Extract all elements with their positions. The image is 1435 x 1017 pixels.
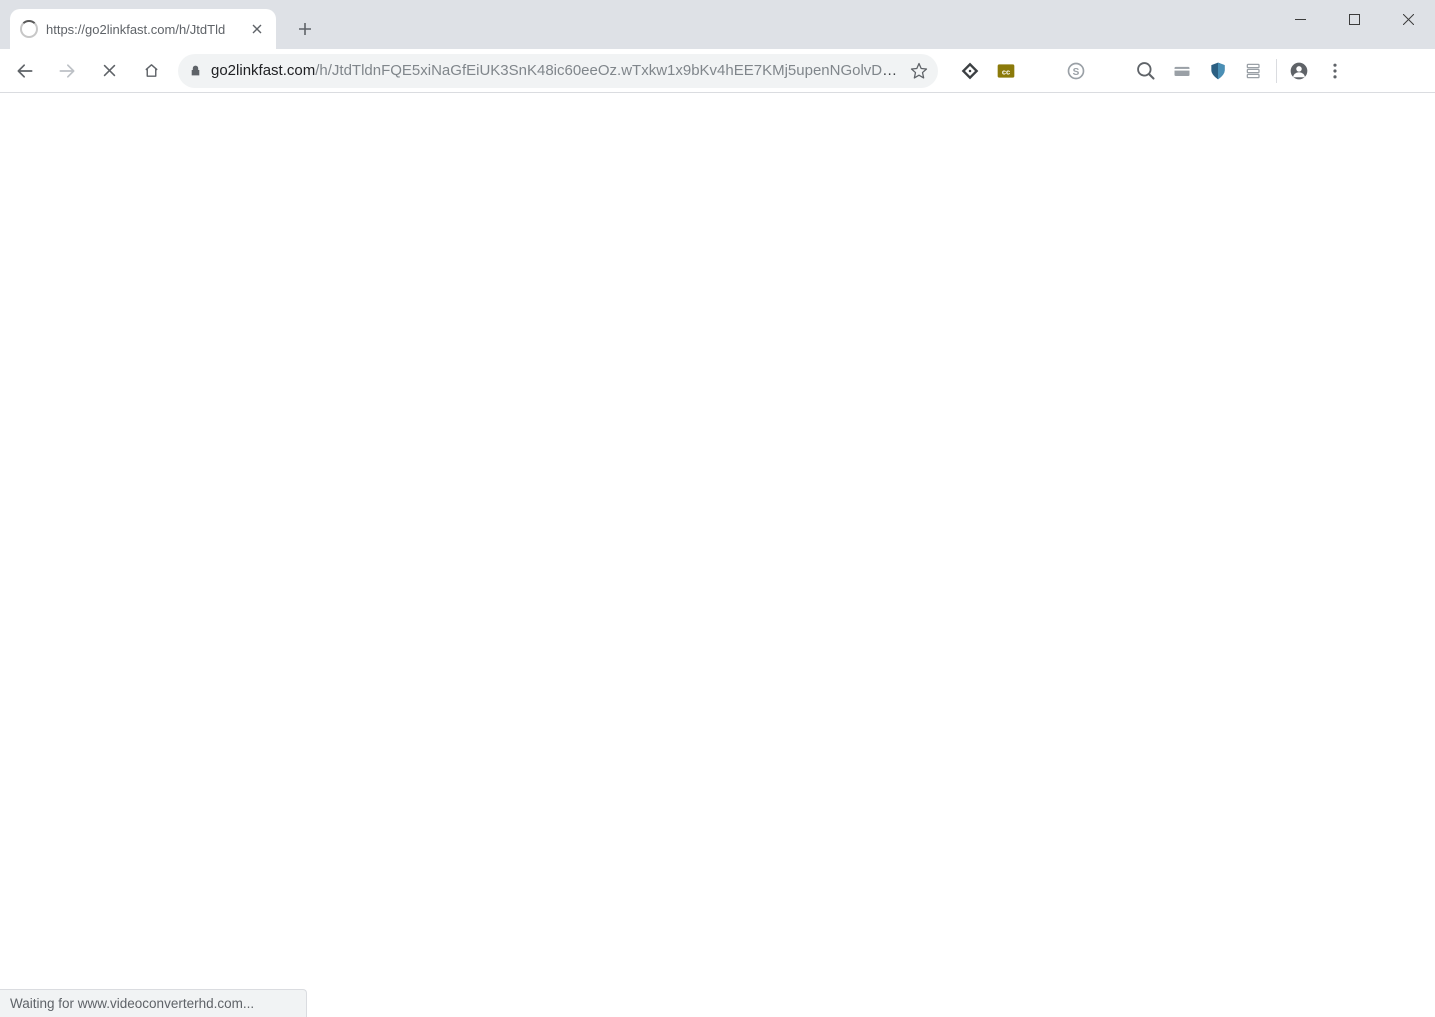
extension-spacer xyxy=(1026,55,1056,87)
tab-title: https://go2linkfast.com/h/JtdTld xyxy=(46,22,240,37)
kebab-menu-icon xyxy=(1325,61,1345,81)
minimize-icon xyxy=(1295,14,1306,25)
plus-icon xyxy=(298,22,312,36)
status-text: Waiting for www.videoconverterhd.com... xyxy=(10,996,254,1011)
bookmark-button[interactable] xyxy=(910,62,928,80)
back-button[interactable] xyxy=(6,52,44,90)
svg-text:cc: cc xyxy=(1002,67,1010,76)
extension-cc[interactable]: cc xyxy=(990,55,1022,87)
page-content: Waiting for www.videoconverterhd.com... xyxy=(0,93,1435,1017)
maximize-icon xyxy=(1349,14,1360,25)
extension-spacer-2 xyxy=(1096,55,1126,87)
window-close-button[interactable] xyxy=(1381,0,1435,38)
status-bar: Waiting for www.videoconverterhd.com... xyxy=(0,989,307,1017)
new-tab-button[interactable] xyxy=(290,14,320,44)
address-bar[interactable]: go2linkfast.com/h/JtdTldnFQE5xiNaGfEiUK3… xyxy=(178,54,938,88)
card-icon xyxy=(1172,61,1192,81)
shield-icon xyxy=(1208,61,1228,81)
x-icon xyxy=(101,62,118,79)
close-icon xyxy=(1403,14,1414,25)
home-button[interactable] xyxy=(132,52,170,90)
url-text: go2linkfast.com/h/JtdTldnFQE5xiNaGfEiUK3… xyxy=(211,62,902,79)
url-domain: go2linkfast.com xyxy=(211,62,315,79)
extension-bar: cc S xyxy=(954,55,1355,87)
close-tab-button[interactable] xyxy=(248,20,266,38)
window-minimize-button[interactable] xyxy=(1273,0,1327,38)
home-icon xyxy=(143,62,160,79)
window-maximize-button[interactable] xyxy=(1327,0,1381,38)
svg-text:S: S xyxy=(1073,66,1080,77)
forward-button[interactable] xyxy=(48,52,86,90)
extension-s-circle[interactable]: S xyxy=(1060,55,1092,87)
tab-1[interactable]: https://go2linkfast.com/h/JtdTld xyxy=(10,9,276,49)
toolbar: go2linkfast.com/h/JtdTldnFQE5xiNaGfEiUK3… xyxy=(0,49,1435,93)
menu-button[interactable] xyxy=(1319,55,1351,87)
secure-lock-icon[interactable] xyxy=(188,63,203,78)
s-circle-icon: S xyxy=(1066,61,1086,81)
extension-shield[interactable] xyxy=(1202,55,1234,87)
extension-magnifier[interactable] xyxy=(1130,55,1162,87)
extension-diamond[interactable] xyxy=(954,55,986,87)
extension-stack[interactable] xyxy=(1238,55,1270,87)
person-circle-icon xyxy=(1289,61,1309,81)
stop-reload-button[interactable] xyxy=(90,52,128,90)
arrow-right-icon xyxy=(57,61,77,81)
url-path: /h/JtdTldnFQE5xiNaGfEiUK3SnK48ic60eeOz.w… xyxy=(315,62,902,79)
toolbar-divider xyxy=(1276,59,1277,83)
star-icon xyxy=(910,62,928,80)
diamond-icon xyxy=(960,61,980,81)
tab-strip: https://go2linkfast.com/h/JtdTld xyxy=(0,0,1435,49)
arrow-left-icon xyxy=(15,61,35,81)
loading-spinner-icon xyxy=(20,20,38,38)
close-icon xyxy=(252,24,262,34)
extension-battery[interactable] xyxy=(1166,55,1198,87)
window-controls xyxy=(1273,0,1435,38)
profile-button[interactable] xyxy=(1283,55,1315,87)
magnifier-icon xyxy=(1136,61,1156,81)
stack-icon xyxy=(1244,61,1264,81)
cc-badge-icon: cc xyxy=(996,61,1016,81)
